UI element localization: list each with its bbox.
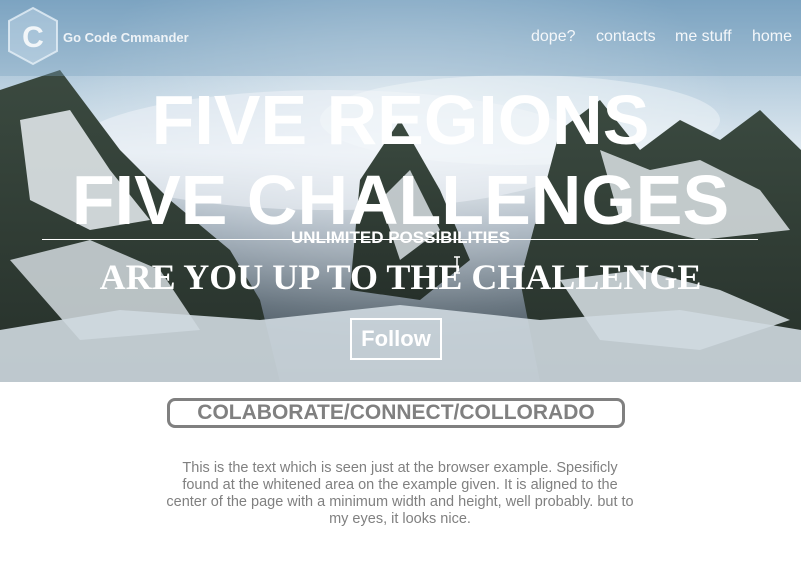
- nav-link-contacts[interactable]: contacts: [596, 28, 656, 46]
- section-title: COLABORATE/CONNECT/COLLORADO: [167, 398, 625, 428]
- text-cursor-icon: [454, 256, 460, 274]
- logo-hexagon-icon[interactable]: C: [6, 6, 60, 66]
- tagline: ARE YOU UP TO THE CHALLENGE: [99, 257, 702, 297]
- navbar: C Go Code Cmmander dope? contacts me stu…: [0, 0, 801, 76]
- section-body-text: This is the text which is seen just at t…: [166, 460, 634, 527]
- brand-name[interactable]: Go Code Cmmander: [63, 30, 189, 45]
- follow-button[interactable]: Follow: [350, 318, 442, 360]
- headline-line1: FIVE REGIONS: [151, 81, 650, 159]
- hero-banner: C Go Code Cmmander dope? contacts me stu…: [0, 0, 801, 382]
- subheading: UNLIMITED POSSIBILITIES: [290, 228, 511, 247]
- headline-line2: FIVE CHALLENGES: [71, 161, 730, 239]
- nav-link-dope[interactable]: dope?: [531, 28, 576, 46]
- nav-link-me-stuff[interactable]: me stuff: [675, 28, 732, 46]
- nav-link-home[interactable]: home: [752, 28, 792, 46]
- logo-letter: C: [22, 21, 44, 54]
